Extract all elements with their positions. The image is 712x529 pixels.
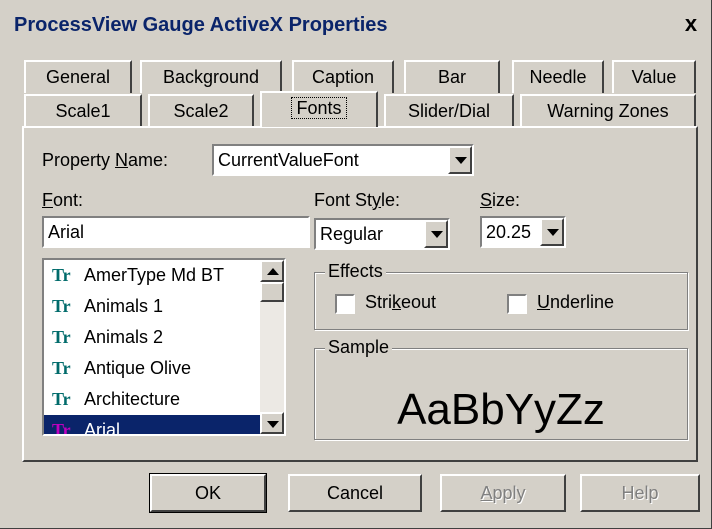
truetype-icon: Tr [52,265,71,285]
list-item[interactable]: Tr Architecture [44,384,284,415]
tab-label: Caption [311,67,375,87]
tab-warning-zones[interactable]: Warning Zones [520,94,696,127]
tab-label: Value [631,67,677,87]
tab-label: Background [162,67,260,87]
tab-label: Slider/Dial [407,101,491,121]
ok-button[interactable]: OK [149,473,267,513]
effects-title: Effects [325,261,386,282]
chevron-down-icon[interactable] [540,218,564,246]
property-name-label: Property Name: [42,150,169,170]
close-icon: x [684,11,698,36]
scroll-down-icon[interactable] [260,412,284,434]
tab-caption[interactable]: Caption [292,60,394,93]
help-button[interactable]: Help [580,474,700,512]
font-list[interactable]: Tr AmerType Md BT Tr Animals 1 Tr Animals 2… [42,258,286,436]
tab-label: Bar [437,67,466,87]
underline-label: Underline [537,292,615,312]
list-item[interactable]: Tr Animals 2 [44,322,284,353]
font-label: Font: [42,190,84,210]
apply-button[interactable]: Apply [440,474,566,512]
font-style-dropdown[interactable]: Regular [314,218,450,250]
truetype-icon: Tr [52,296,71,316]
window-title: ProcessView Gauge ActiveX Properties [14,14,388,36]
tab-general[interactable]: General [24,60,132,93]
tab-label: Scale1 [55,101,111,121]
cancel-button[interactable]: Cancel [288,474,422,512]
list-item[interactable]: Tr Animals 1 [44,291,284,322]
font-item-label: Architecture [84,389,181,409]
tab-label: Needle [529,67,587,87]
font-item-label: Animals 2 [84,327,164,347]
font-name-input[interactable]: Arial [42,216,310,248]
font-item-label: AmerType Md BT [84,265,225,285]
sample-group: Sample AaBbYyZz [314,337,688,440]
font-style-value: Regular [320,224,384,244]
font-item-label: Antique Olive [84,358,192,378]
font-item-label: Arial [84,420,121,436]
truetype-icon: Tr [52,389,71,409]
truetype-icon: Tr [52,420,71,436]
list-item[interactable]: Tr Antique Olive [44,353,284,384]
tab-bar[interactable]: Bar [404,60,500,93]
title-bar: ProcessView Gauge ActiveX Properties x [4,8,708,42]
list-item-selected[interactable]: Tr Arial [44,415,284,436]
tab-fonts[interactable]: Fonts [260,91,378,127]
list-item[interactable]: Tr AmerType Md BT [44,260,284,291]
sample-preview: AaBbYyZz [397,385,605,434]
tab-scale1[interactable]: Scale1 [24,94,142,127]
tab-label: Scale2 [173,101,229,121]
property-name-dropdown[interactable]: CurrentValueFont [212,144,474,176]
tab-label: General [45,67,111,87]
scroll-up-icon[interactable] [260,260,284,282]
tab-label: Warning Zones [547,101,669,121]
effects-group: Effects Strikeout Underline [314,261,688,330]
sample-title: Sample [325,337,393,358]
truetype-icon: Tr [52,327,71,347]
font-item-label: Animals 1 [84,296,164,316]
underline-checkbox[interactable] [507,294,527,314]
property-name-value: CurrentValueFont [218,150,359,170]
tab-label: Fonts [291,97,347,119]
tab-background[interactable]: Background [140,60,282,93]
tab-scale2[interactable]: Scale2 [148,94,254,127]
size-value: 20.25 [486,222,532,242]
chevron-down-icon[interactable] [448,146,472,174]
fonts-panel: Property Name: CurrentValueFont Font: Ar… [22,126,698,462]
truetype-icon: Tr [52,358,71,378]
font-list-scrollbar[interactable] [260,260,284,434]
strikeout-checkbox[interactable] [335,294,355,314]
tab-slider-dial[interactable]: Slider/Dial [384,94,514,127]
close-button[interactable]: x [678,12,704,36]
size-dropdown[interactable]: 20.25 [480,216,566,248]
size-label: Size: [480,190,521,210]
font-style-label: Font Style: [314,190,401,210]
tab-value[interactable]: Value [612,60,696,93]
chevron-down-icon[interactable] [424,220,448,248]
properties-dialog: ProcessView Gauge ActiveX Properties x G… [0,0,712,529]
tab-needle[interactable]: Needle [512,60,604,93]
font-name-value: Arial [48,222,85,242]
strikeout-label: Strikeout [365,292,437,312]
scroll-thumb[interactable] [260,282,284,302]
